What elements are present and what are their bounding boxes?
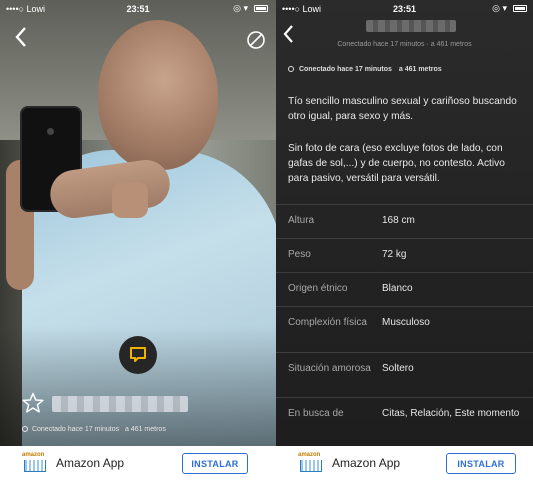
connection-info: Conectado hace 17 minutos a 461 metros	[288, 66, 442, 73]
detail-row-complexion: Complexión física Musculoso	[276, 306, 533, 352]
distance-label: a 461 metros	[398, 66, 442, 73]
connection-status: Conectado hace 17 minutos	[31, 426, 120, 433]
chat-bubble-icon	[130, 347, 146, 362]
ad-title: Amazon App	[56, 456, 125, 470]
ad-banner[interactable]: amazon Amazon App INSTALAR	[276, 446, 533, 480]
battery-icon	[254, 5, 268, 12]
alarm-icon: ◎ ▾	[233, 3, 248, 13]
distance-label: a 461 metros	[124, 426, 166, 433]
detail-row-altura: Altura 168 cm	[276, 204, 533, 238]
detail-label: Situación amorosa	[288, 363, 371, 374]
connection-status: Conectado hace 17 minutos	[298, 66, 392, 73]
detail-row-situacion: Situación amorosa Soltero	[276, 352, 533, 397]
profile-details-screen: ••••○ Lowi 23:51 ◎ ▾ Conectado hace 17 m…	[276, 0, 533, 480]
detail-label: Complexión física	[288, 317, 367, 328]
header-subtitle: Conectado hace 17 minutos · a 461 metros	[337, 41, 472, 48]
profile-name-pixelated	[52, 396, 188, 412]
amazon-app-icon: amazon	[298, 452, 326, 474]
chevron-left-icon	[15, 27, 26, 47]
install-button[interactable]: INSTALAR	[182, 453, 248, 474]
alarm-icon: ◎ ▾	[492, 3, 507, 13]
detail-row-peso: Peso 72 kg	[276, 238, 533, 272]
block-button[interactable]	[246, 30, 266, 50]
chat-button[interactable]	[119, 336, 157, 374]
online-status-icon	[288, 66, 294, 72]
detail-label: Peso	[288, 249, 311, 260]
profile-header: Conectado hace 17 minutos · a 461 metros	[276, 18, 533, 52]
ad-banner[interactable]: amazon Amazon App INSTALAR	[0, 446, 276, 480]
profile-name-pixelated	[366, 20, 456, 32]
detail-value: Soltero	[382, 363, 414, 374]
online-status-icon	[22, 426, 28, 432]
profile-photo-screen: ••••○ Lowi 23:51 ◎ ▾ Conectado hace 17 m…	[0, 0, 276, 480]
amazon-app-icon: amazon	[22, 452, 50, 474]
detail-value: Citas, Relación, Este momento	[382, 408, 520, 419]
connection-info: Conectado hace 17 minutos a 461 metros	[22, 426, 166, 433]
bio-paragraph: Tío sencillo masculino sexual y cariñoso…	[288, 96, 517, 122]
status-bar: ••••○ Lowi 23:51 ◎ ▾	[0, 0, 276, 18]
detail-value: 72 kg	[382, 249, 407, 260]
back-button[interactable]	[14, 26, 34, 50]
detail-value: 168 cm	[382, 215, 415, 226]
detail-value: Blanco	[382, 283, 413, 294]
status-bar: ••••○ Lowi 23:51 ◎ ▾	[276, 0, 533, 18]
ad-title: Amazon App	[332, 456, 401, 470]
detail-label: En busca de	[288, 408, 344, 419]
install-button[interactable]: INSTALAR	[446, 453, 516, 474]
detail-row-en-busca: En busca de Citas, Relación, Este moment…	[276, 397, 533, 441]
profile-photo[interactable]	[0, 0, 276, 446]
profile-details-list: Altura 168 cm Peso 72 kg Origen étnico B…	[276, 204, 533, 441]
detail-label: Origen étnico	[288, 283, 348, 294]
bio-paragraph: Sin foto de cara (eso excluye fotos de l…	[288, 143, 505, 184]
detail-value: Musculoso	[382, 317, 430, 328]
prohibited-icon	[247, 31, 265, 49]
detail-label: Altura	[288, 215, 315, 226]
detail-row-origen: Origen étnico Blanco	[276, 272, 533, 306]
favorite-button[interactable]	[22, 392, 44, 414]
battery-icon	[513, 5, 527, 12]
star-outline-icon	[22, 392, 44, 413]
